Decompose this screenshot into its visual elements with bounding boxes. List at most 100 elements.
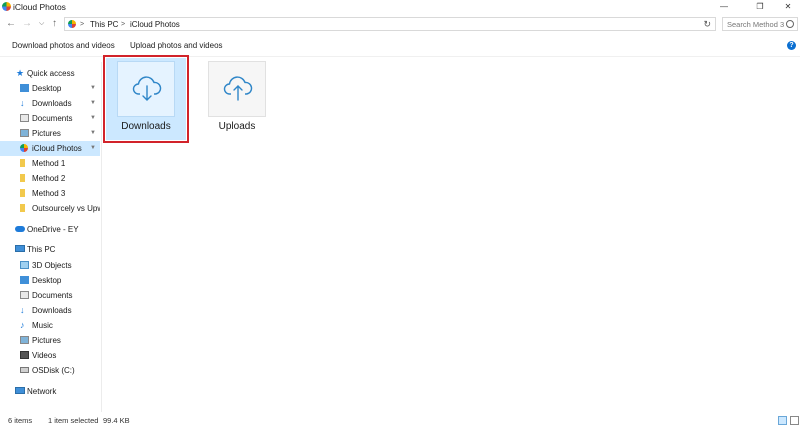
sidebar-item-label: Music <box>32 321 53 330</box>
close-button[interactable]: ✕ <box>778 1 798 13</box>
file-label: Downloads <box>121 121 171 132</box>
sidebar-item-quick-access[interactable]: ★ Quick access <box>0 66 100 81</box>
download-arrow-icon: ↓ <box>20 98 25 108</box>
cloud-upload-icon <box>223 76 253 101</box>
folder-icon <box>20 159 25 167</box>
sidebar-item-label: OSDisk (C:) <box>32 366 75 375</box>
cube-icon <box>20 261 29 269</box>
pin-icon[interactable]: ▼ <box>90 96 96 111</box>
cloud-download-icon <box>132 76 162 101</box>
search-icon <box>786 20 794 28</box>
sidebar-item-method-3[interactable]: Method 3 <box>0 186 100 201</box>
network-icon <box>15 387 25 394</box>
details-view-button[interactable] <box>778 416 787 425</box>
selection-size: 99.4 KB <box>103 416 130 425</box>
file-thumbnail <box>117 61 175 117</box>
icloud-photos-icon <box>68 20 76 28</box>
minimize-button[interactable]: — <box>714 1 734 13</box>
drive-icon <box>20 367 29 373</box>
forward-arrow-icon[interactable]: → <box>22 17 32 31</box>
sidebar-item-pc-documents[interactable]: Documents <box>0 288 100 303</box>
selection-status: 1 item selected <box>48 416 99 425</box>
sidebar-item-network[interactable]: Network <box>0 384 100 399</box>
star-icon: ★ <box>16 68 25 78</box>
help-icon[interactable]: ? <box>787 41 796 50</box>
pin-icon[interactable]: ▼ <box>90 81 96 96</box>
refresh-icon[interactable]: ↻ <box>703 18 711 30</box>
sidebar-item-label: iCloud Photos <box>32 144 82 153</box>
video-icon <box>20 351 29 359</box>
navigation-pane: ★ Quick access Desktop ▼ ↓ Downloads ▼ D… <box>0 62 102 412</box>
pin-icon[interactable]: ▼ <box>90 141 96 156</box>
file-item-uploads[interactable]: Uploads <box>197 58 277 140</box>
sidebar-item-downloads[interactable]: ↓ Downloads ▼ <box>0 96 100 111</box>
download-arrow-icon: ↓ <box>20 305 25 315</box>
sidebar-item-label: Pictures <box>32 129 61 138</box>
sidebar-item-label: Method 3 <box>32 189 66 198</box>
sidebar-item-videos[interactable]: Videos <box>0 348 100 363</box>
item-count: 6 items <box>8 416 33 425</box>
upload-photos-button[interactable]: Upload photos and videos <box>130 41 223 50</box>
file-label: Uploads <box>218 121 256 132</box>
sidebar-item-method-1[interactable]: Method 1 <box>0 156 100 171</box>
address-row: ← → ⌵ ↑ > This PC > iCloud Photos ↻ Sear… <box>0 16 800 33</box>
cloud-icon <box>15 226 25 232</box>
pin-icon[interactable]: ▼ <box>90 111 96 126</box>
sidebar-item-icloud-photos[interactable]: iCloud Photos ▼ <box>0 141 100 156</box>
title-bar: iCloud Photos — ❐ ✕ <box>0 0 800 14</box>
sidebar-item-label: 3D Objects <box>32 261 72 270</box>
folder-icon <box>20 189 25 197</box>
sidebar-item-label: Outsourcely vs Upwork <box>32 204 100 213</box>
sidebar-item-label: Videos <box>32 351 57 360</box>
address-field[interactable]: > This PC > iCloud Photos ↻ <box>64 17 716 31</box>
large-icons-view-button[interactable] <box>790 416 799 425</box>
sidebar-item-label: Desktop <box>32 84 62 93</box>
icloud-photos-icon <box>2 2 11 11</box>
folder-icon <box>20 174 25 182</box>
sidebar-item-documents[interactable]: Documents ▼ <box>0 111 100 126</box>
sidebar-item-label: Method 2 <box>32 174 66 183</box>
sidebar-item-outsourcely[interactable]: Outsourcely vs Upwork <box>0 201 100 216</box>
sidebar-item-label: This PC <box>27 245 56 254</box>
sidebar-item-label: OneDrive - EY <box>27 225 79 234</box>
sidebar-item-pc-pictures[interactable]: Pictures <box>0 333 100 348</box>
sidebar-item-pc-downloads[interactable]: ↓ Downloads <box>0 303 100 318</box>
file-list: Downloads Uploads <box>102 55 800 412</box>
sidebar-item-onedrive[interactable]: OneDrive - EY <box>0 222 100 237</box>
sidebar-item-label: Documents <box>32 291 73 300</box>
chevron-down-icon[interactable]: ⌵ <box>39 17 44 31</box>
sidebar-item-label: Downloads <box>32 99 72 108</box>
download-photos-button[interactable]: Download photos and videos <box>12 41 115 50</box>
sidebar-item-method-2[interactable]: Method 2 <box>0 171 100 186</box>
window-title: iCloud Photos <box>13 2 66 12</box>
documents-icon <box>20 114 29 122</box>
sidebar-item-desktop[interactable]: Desktop ▼ <box>0 81 100 96</box>
search-placeholder: Search Method 3 <box>727 20 785 29</box>
sidebar-item-label: Quick access <box>27 69 75 78</box>
computer-icon <box>15 245 25 252</box>
sidebar-item-music[interactable]: ♪ Music <box>0 318 100 333</box>
sidebar-item-osdisk[interactable]: OSDisk (C:) <box>0 363 100 378</box>
search-input[interactable]: Search Method 3 <box>722 17 798 31</box>
command-bar: Download photos and videos Upload photos… <box>0 38 800 57</box>
up-arrow-icon[interactable]: ↑ <box>52 17 57 31</box>
sidebar-item-label: Documents <box>32 114 73 123</box>
sidebar-item-pictures[interactable]: Pictures ▼ <box>0 126 100 141</box>
sidebar-item-label: Desktop <box>32 276 62 285</box>
breadcrumb-this-pc[interactable]: This PC <box>90 19 118 30</box>
maximize-button[interactable]: ❐ <box>750 1 770 13</box>
pictures-icon <box>20 129 29 137</box>
pictures-icon <box>20 336 29 344</box>
sidebar-item-label: Pictures <box>32 336 61 345</box>
file-item-downloads[interactable]: Downloads <box>103 55 189 143</box>
breadcrumb-icloud-photos[interactable]: iCloud Photos <box>130 19 180 30</box>
pin-icon[interactable]: ▼ <box>90 126 96 141</box>
sidebar-item-3d-objects[interactable]: 3D Objects <box>0 258 100 273</box>
sidebar-item-pc-desktop[interactable]: Desktop <box>0 273 100 288</box>
sidebar-item-this-pc[interactable]: This PC <box>0 242 100 257</box>
folder-icon <box>20 204 25 212</box>
breadcrumb-separator: > <box>121 21 126 28</box>
sidebar-item-label: Network <box>27 387 57 396</box>
back-arrow-icon[interactable]: ← <box>6 17 16 31</box>
breadcrumb-separator: > <box>80 21 85 28</box>
